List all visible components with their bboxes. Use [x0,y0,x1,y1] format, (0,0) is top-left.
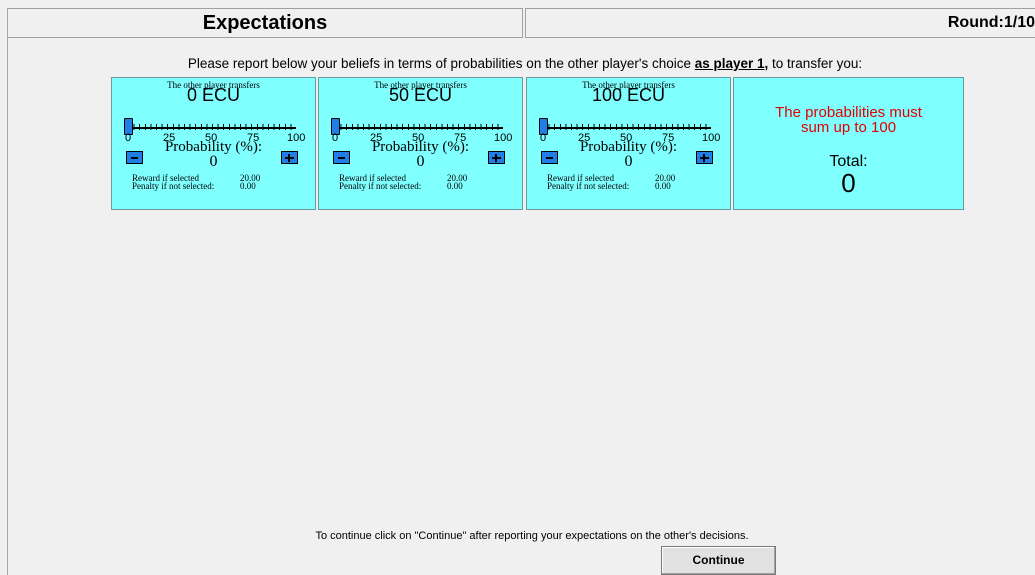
decrease-button[interactable] [333,151,350,164]
belief-panel-0-ecu: The other player transfers 0 ECU 0 25 50… [111,77,316,210]
minus-icon [338,157,345,159]
minus-icon [131,157,138,159]
instruction-emphasis: as player 1, [694,56,769,71]
header-divider [522,8,523,38]
penalty-label: Penalty if not selected: [547,181,630,191]
header-bar: Expectations Round:1/10 [8,8,1035,38]
minus-icon [546,157,553,159]
instruction-text: Please report below your beliefs in term… [0,56,1035,71]
plus-icon [288,154,290,162]
belief-panel-100-ecu: The other player transfers 100 ECU 0 25 … [526,77,731,210]
plus-icon [495,154,497,162]
penalty-value: 0.00 [655,181,671,191]
increase-button[interactable] [696,151,713,164]
transfer-amount: 100 ECU [591,85,666,105]
slider-ticks [335,124,503,130]
decrease-button[interactable] [541,151,558,164]
plus-icon [703,154,705,162]
round-indicator: Round:1/10 [526,8,1035,38]
sum-warning-line1: The probabilities must [775,104,922,121]
increase-button[interactable] [488,151,505,164]
instruction-after: to transfer you: [768,56,863,71]
increase-button[interactable] [281,151,298,164]
transfer-amount: 50 ECU [388,85,453,105]
slider-ticks [543,124,711,130]
penalty-value: 0.00 [240,181,256,191]
window-border [7,8,8,575]
transfer-amount: 0 ECU [186,85,240,105]
decrease-button[interactable] [126,151,143,164]
sum-warning: The probabilities must sum up to 100 [734,105,963,135]
penalty-value: 0.00 [447,181,463,191]
slider-ticks [128,124,296,130]
total-value: 0 [841,168,856,198]
total-panel: The probabilities must sum up to 100 Tot… [733,77,964,210]
instruction-before: Please report below your beliefs in term… [187,56,695,71]
belief-panel-50-ecu: The other player transfers 50 ECU 0 25 5… [318,77,523,210]
sum-warning-line2: sum up to 100 [800,119,897,136]
penalty-label: Penalty if not selected: [132,181,215,191]
page-title: Expectations [8,8,522,38]
continue-instruction: To continue click on "Continue" after re… [315,530,749,542]
continue-button[interactable]: Continue [661,546,776,575]
penalty-label: Penalty if not selected: [339,181,422,191]
